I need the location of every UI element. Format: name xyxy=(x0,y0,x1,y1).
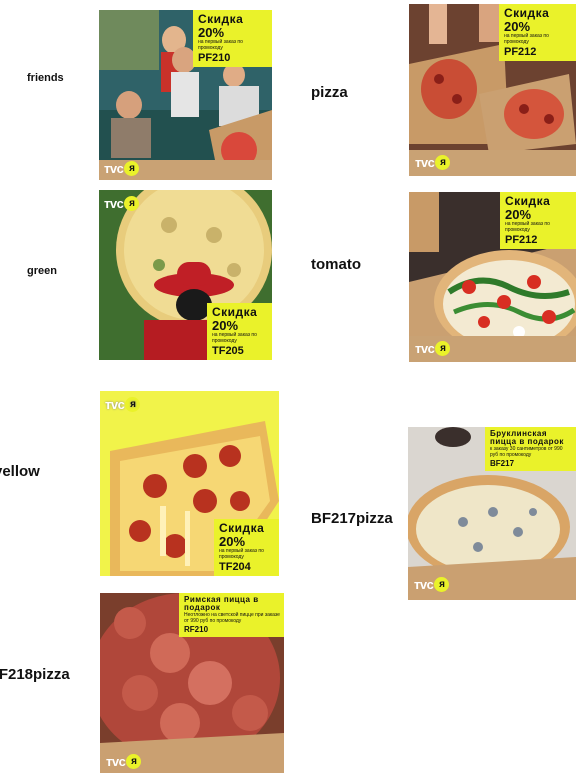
promo-badge-tomato: Скидка 20% на первый заказ по промокоду … xyxy=(500,192,576,249)
promo-code: BF217 xyxy=(490,459,515,468)
promo-code: TF205 xyxy=(212,345,244,357)
promo-badge-pizza: Скидка 20% на первый заказ по промокоду … xyxy=(499,4,576,61)
ad-tile-yellow[interactable]: Скидка 20% на первый заказ по промокоду … xyxy=(100,391,279,576)
ad-tile-bf217[interactable]: Бруклинская пицца в подарок к заказу 30 … xyxy=(408,427,576,600)
promo-percent: 20% xyxy=(198,25,225,40)
label-yellow: yellow xyxy=(0,463,40,480)
label-green: green xyxy=(27,265,57,277)
promo-badge-yellow: Скидка 20% на первый заказ по промокоду … xyxy=(214,519,279,576)
promo-title: Скидка xyxy=(198,12,244,26)
promo-title: Скидка xyxy=(219,521,265,535)
promo-desc: на первый заказ по промокоду xyxy=(219,548,264,560)
promo-percent: 20% xyxy=(219,534,246,549)
label-bf218: BF218pizza xyxy=(0,666,70,683)
brand-logo: тvс я xyxy=(415,341,451,356)
promo-desc: Неотложно на светской пицце при заказе о… xyxy=(184,612,280,624)
label-bf217: BF217pizza xyxy=(311,510,393,527)
promo-code: PF210 xyxy=(198,52,231,64)
ad-tile-pizza[interactable]: Скидка 20% на первый заказ по промокоду … xyxy=(409,4,576,176)
promo-title: Скидка xyxy=(504,6,550,20)
brand-logo: тvс я xyxy=(106,754,142,769)
promo-badge-bf218: Римская пицца в подарок Неотложно на све… xyxy=(179,593,284,637)
brand-logo: тvс я xyxy=(104,196,140,211)
promo-code: TF204 xyxy=(219,561,251,573)
promo-percent: 20% xyxy=(212,318,239,333)
promo-title: Бруклинская пицца в подарок xyxy=(490,429,564,446)
promo-desc: на первый заказ по промокоду xyxy=(504,33,549,45)
brand-logo: тvс я xyxy=(105,397,141,412)
label-pizza: pizza xyxy=(311,84,348,101)
promo-badge-green: Скидка 20% на первый заказ по промокоду … xyxy=(207,303,272,360)
brand-logo: тvс я xyxy=(104,161,140,176)
promo-desc: на первый заказ по промокоду xyxy=(212,332,257,344)
promo-title: Скидка xyxy=(505,194,551,208)
promo-code: PF212 xyxy=(504,46,537,58)
promo-percent: 20% xyxy=(504,19,531,34)
promo-badge-bf217: Бруклинская пицца в подарок к заказу 30 … xyxy=(485,427,576,471)
promo-desc: на первый заказ по промокоду xyxy=(505,221,550,233)
label-tomato: tomato xyxy=(311,256,361,273)
ad-tile-friends[interactable]: Скидка 20% на первый заказ по промокоду … xyxy=(99,10,272,180)
label-friends: friends xyxy=(27,72,64,84)
promo-percent: 20% xyxy=(505,207,532,222)
brand-logo: тvс я xyxy=(415,155,451,170)
promo-title: Римская пицца в подарок xyxy=(184,595,259,612)
ad-tile-green[interactable]: Скидка 20% на первый заказ по промокоду … xyxy=(99,190,272,360)
promo-code: PF212 xyxy=(505,234,538,246)
ad-tile-bf218[interactable]: Римская пицца в подарок Неотложно на све… xyxy=(100,593,284,773)
promo-desc: на первый заказ по промокоду xyxy=(198,39,243,51)
promo-code: RF210 xyxy=(184,625,209,634)
promo-title: Скидка xyxy=(212,305,258,319)
brand-logo: тvс я xyxy=(414,577,450,592)
ad-tile-tomato[interactable]: Скидка 20% на первый заказ по промокоду … xyxy=(409,192,576,362)
promo-desc: к заказу 30 сантиметров от 990 руб по пр… xyxy=(490,446,563,458)
promo-badge-friends: Скидка 20% на первый заказ по промокоду … xyxy=(193,10,272,67)
